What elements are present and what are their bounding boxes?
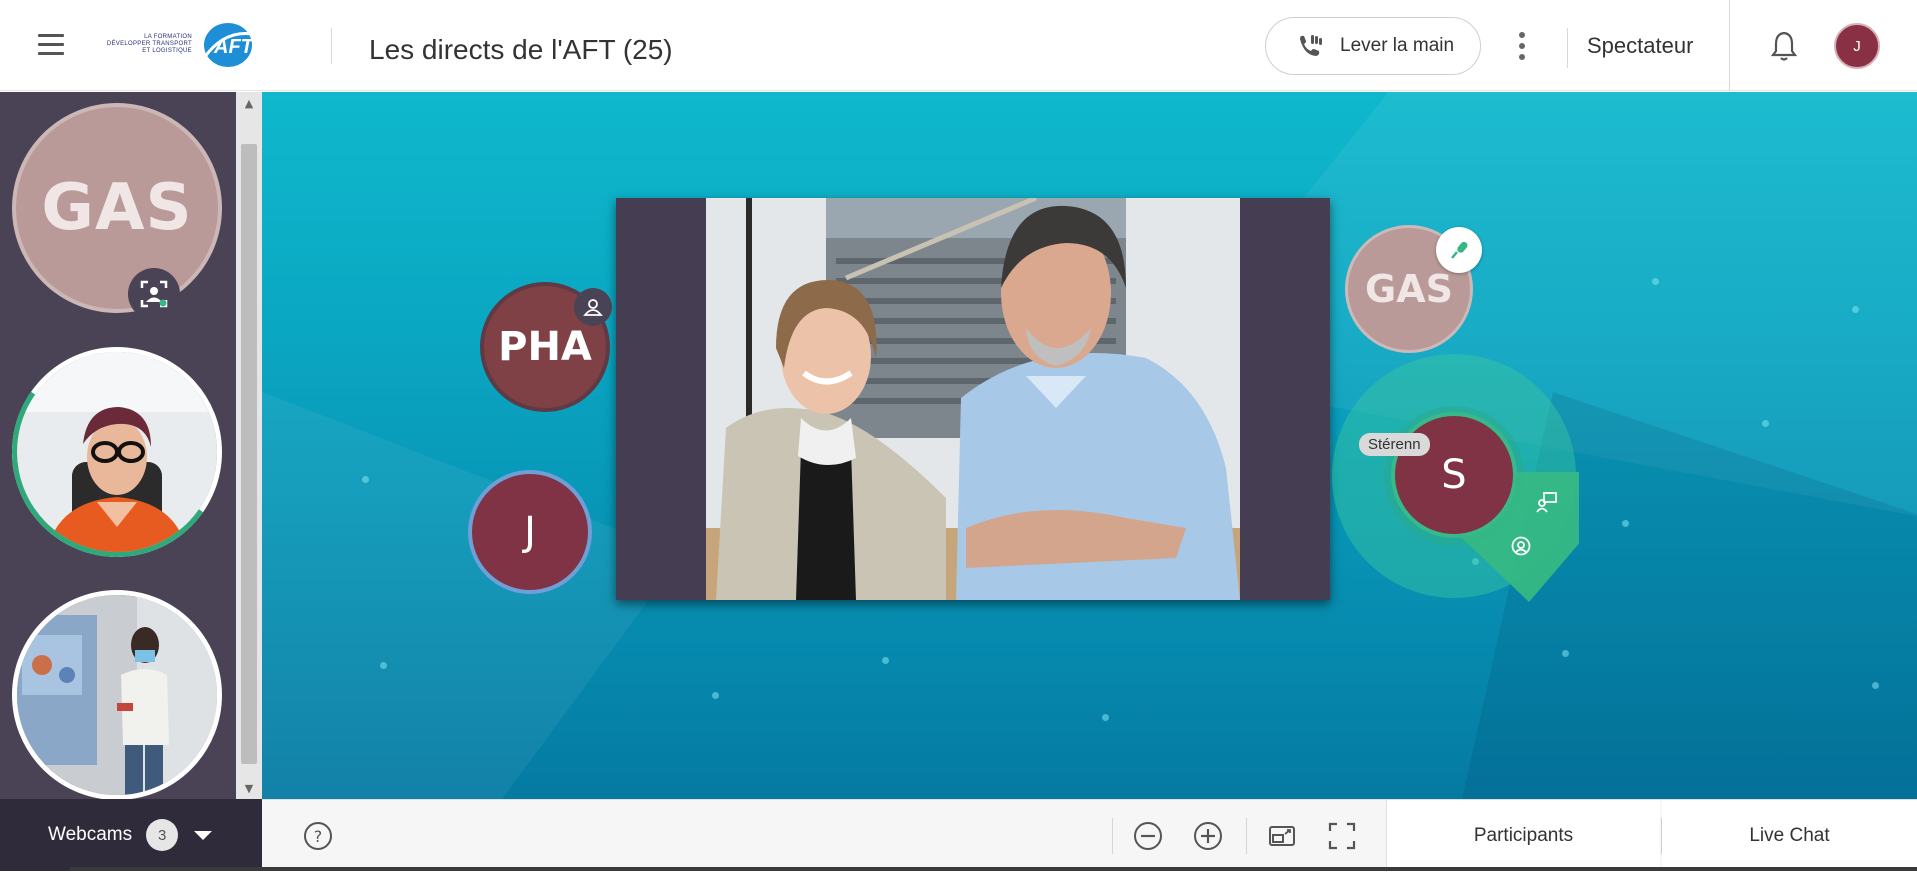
participant-initials: S [1441,452,1467,498]
scroll-down-icon[interactable]: ▼ [236,777,262,799]
zoom-in-icon[interactable] [1192,820,1224,852]
webcams-label: Webcams [48,824,133,845]
presentation-icon[interactable] [1534,489,1560,515]
main-video-frame [706,198,1240,600]
camera-user-icon[interactable] [128,268,180,320]
participant-initials: GAS [1365,267,1453,311]
bell-icon[interactable] [1770,30,1798,62]
top-header: LA FORMATION DÉVELOPPER TRANSPORT ET LOG… [0,0,1917,91]
svg-text:?: ? [314,827,323,846]
zoom-out-icon[interactable] [1132,820,1164,852]
kebab-menu-icon[interactable] [1514,28,1530,64]
participant-initials: J [524,509,536,555]
webcam-scrollbar[interactable]: ▲ ▼ [236,92,262,799]
toolbar-divider [1246,818,1247,854]
tab-live-chat[interactable]: Live Chat [1662,800,1917,872]
raise-hand-icon [1300,35,1322,56]
window-bottom-edge [70,867,1917,871]
header-divider [331,28,332,64]
webcam-video-1[interactable] [12,347,222,557]
logo-tagline: LA FORMATION DÉVELOPPER TRANSPORT ET LOG… [106,34,192,54]
tab-participants-label: Participants [1473,825,1574,846]
raise-hand-label: Lever la main [1340,35,1455,56]
webcams-count-badge: 3 [146,819,179,851]
webcam-panel: GAS [0,92,239,800]
aft-logo: LA FORMATION DÉVELOPPER TRANSPORT ET LOG… [100,20,255,72]
fullscreen-icon[interactable] [1326,820,1358,852]
help-icon[interactable]: ? [302,820,334,852]
webcam-initials: GAS [41,171,193,245]
participant-j[interactable]: J [468,470,592,594]
chevron-down-icon [194,830,213,840]
toolbar-divider [1112,818,1113,854]
webcam-video-2[interactable] [12,590,222,800]
header-divider [1729,0,1730,91]
webcam-gas[interactable]: GAS [12,103,222,313]
microphone-icon [1436,227,1482,273]
hamburger-menu-icon[interactable] [38,34,64,56]
moderator-icon [574,288,612,326]
tab-participants[interactable]: Participants [1386,800,1660,872]
logo-text: AFT [213,36,254,58]
scroll-up-icon[interactable]: ▲ [236,92,262,114]
participant-initials: PHA [498,324,592,370]
tab-live-chat-label: Live Chat [1749,825,1830,846]
user-avatar[interactable]: J [1834,23,1880,69]
conference-stage: PHA J GAS S Stérenn [262,92,1917,799]
page-title: Les directs de l'AFT (25) [369,34,673,65]
at-sign-icon[interactable] [1508,533,1534,559]
webcams-toggle[interactable]: Webcams 3 [0,799,262,871]
main-video-feed[interactable] [616,198,1330,600]
header-divider [1567,28,1568,68]
participant-s[interactable]: S [1391,412,1517,538]
participant-name-tag: Stérenn [1359,433,1430,456]
scrollbar-thumb[interactable] [241,144,257,764]
logo-badge-icon: AFT [202,23,254,67]
bottom-toolbar: ? Participants Live Chat [262,799,1917,872]
role-label: Spectateur [1587,33,1694,58]
pip-icon[interactable] [1266,820,1298,852]
raise-hand-button[interactable]: Lever la main [1265,17,1481,75]
